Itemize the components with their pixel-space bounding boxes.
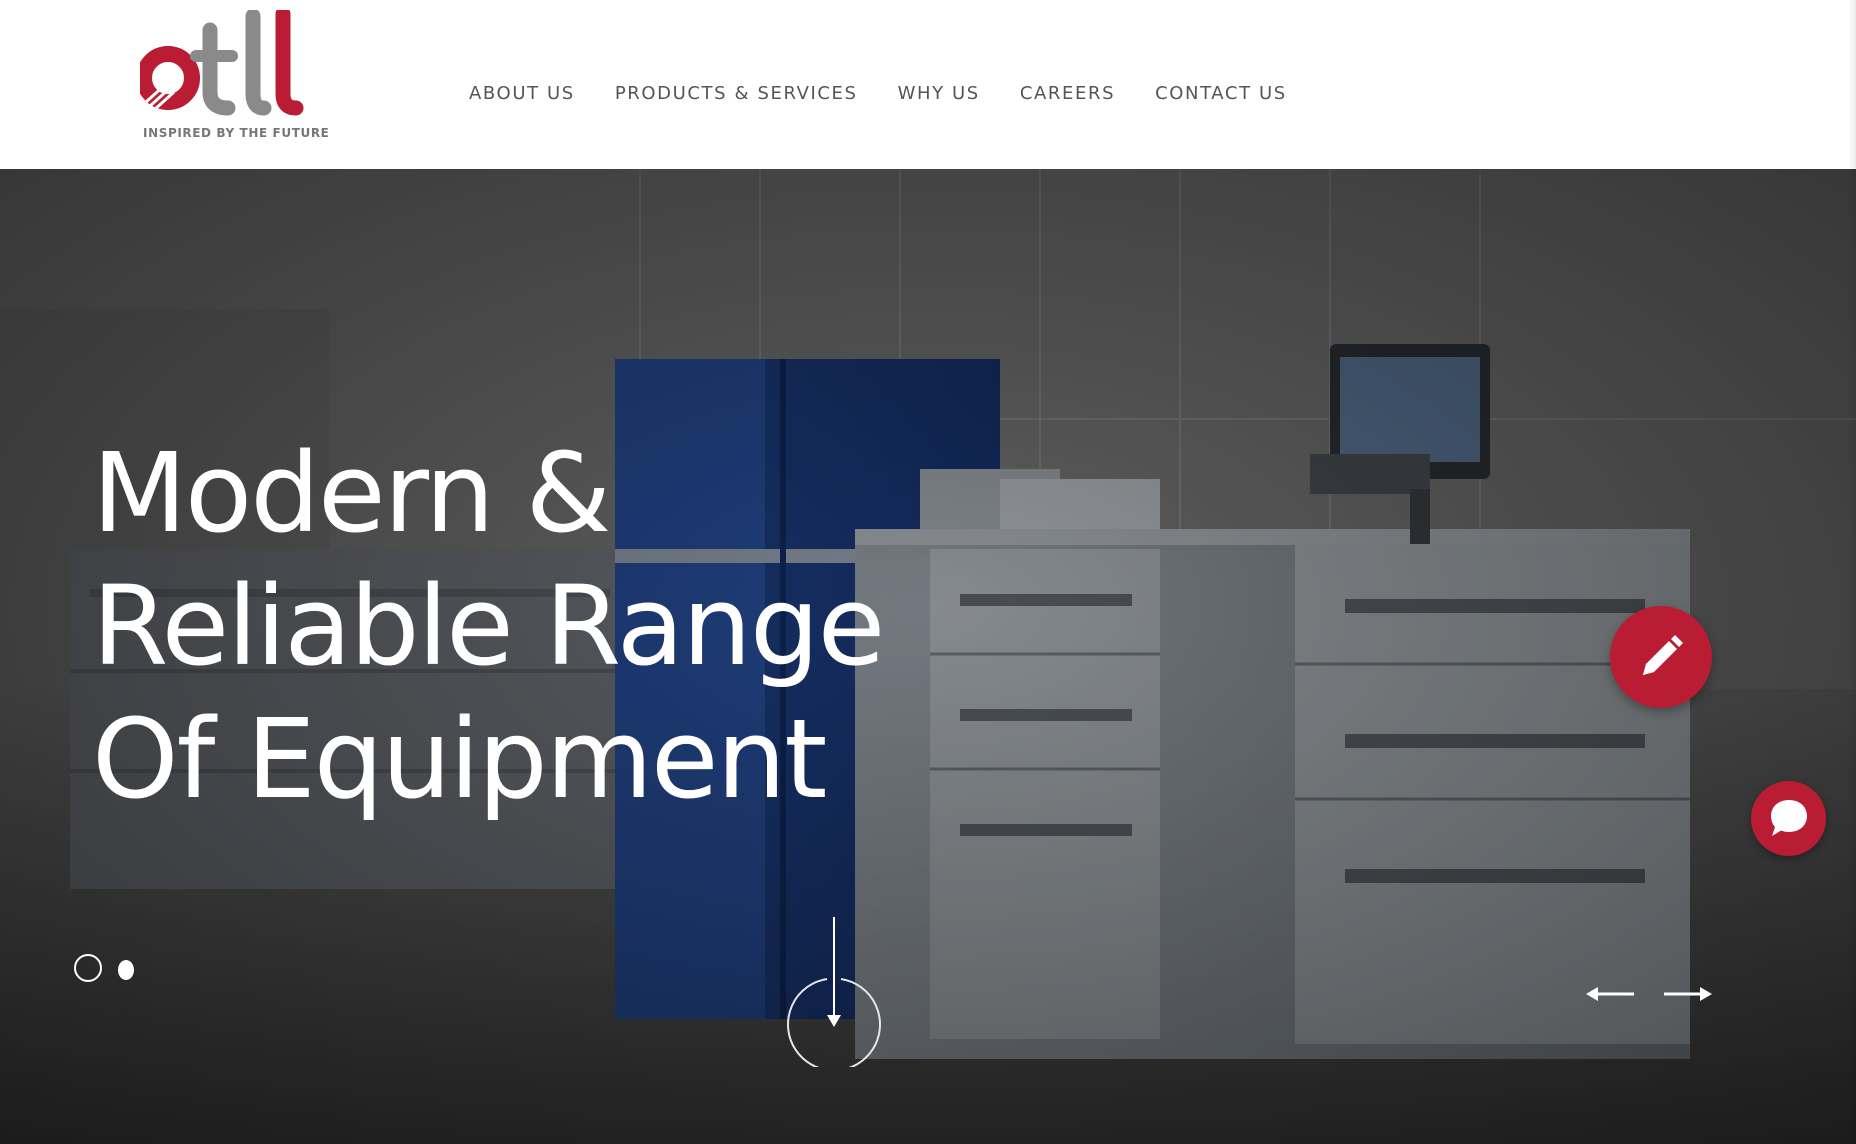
arrow-right-icon	[1664, 987, 1712, 1001]
main-navigation: ABOUT US PRODUCTS & SERVICES WHY US CARE…	[469, 83, 1287, 104]
hero-title-line-1: Modern &	[92, 429, 611, 557]
site-header: INSPIRED BY THE FUTURE ABOUT US PRODUCTS…	[0, 0, 1856, 169]
site-logo[interactable]: INSPIRED BY THE FUTURE	[140, 10, 329, 145]
hero-slider: Modern & Reliable Range Of Equipment	[0, 169, 1856, 1144]
chat-button[interactable]	[1751, 781, 1826, 856]
page-edge-shadow	[1848, 0, 1856, 1144]
arrow-left-icon	[1586, 987, 1634, 1001]
slider-next-button[interactable]	[1662, 981, 1712, 1007]
nav-careers[interactable]: CAREERS	[1020, 83, 1115, 104]
scroll-down-button[interactable]	[784, 917, 884, 1072]
nav-products-services[interactable]: PRODUCTS & SERVICES	[615, 83, 858, 104]
slide-dot-1[interactable]	[74, 954, 102, 982]
hero-title: Modern & Reliable Range Of Equipment	[92, 427, 992, 826]
arrow-down-circle-icon	[787, 917, 881, 1072]
slider-prev-button[interactable]	[1586, 981, 1636, 1007]
chat-bubble-icon	[1771, 800, 1807, 836]
nav-about-us[interactable]: ABOUT US	[469, 83, 575, 104]
hero-title-line-2: Reliable Range	[92, 562, 885, 690]
pencil-icon	[1643, 635, 1683, 675]
otl-logo-icon	[140, 10, 304, 116]
slide-dot-2[interactable]	[118, 960, 134, 980]
logo-tagline: INSPIRED BY THE FUTURE	[143, 126, 330, 140]
edit-button[interactable]	[1610, 606, 1712, 708]
nav-why-us[interactable]: WHY US	[898, 83, 980, 104]
nav-contact-us[interactable]: CONTACT US	[1155, 83, 1287, 104]
hero-title-line-3: Of Equipment	[92, 695, 827, 823]
